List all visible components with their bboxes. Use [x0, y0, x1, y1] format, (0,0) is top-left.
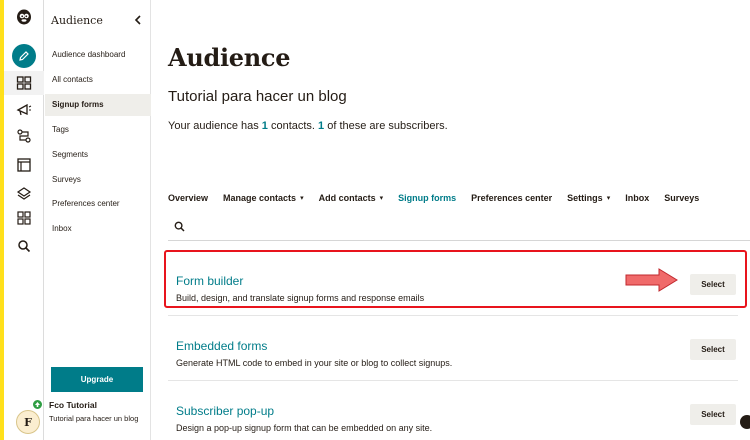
audience-icon[interactable] [14, 73, 34, 93]
sidebar-item-surveys[interactable]: Surveys [45, 169, 151, 191]
mailchimp-logo-icon[interactable] [14, 6, 34, 26]
tab-preferences-center[interactable]: Preferences center [471, 190, 552, 206]
upgrade-arrow-badge-icon [32, 399, 43, 410]
tab-overview[interactable]: Overview [168, 190, 208, 206]
sidebar-item-audience-dashboard[interactable]: Audience dashboard [45, 44, 151, 66]
campaigns-icon[interactable] [14, 99, 34, 119]
form-option-description: Design a pop-up signup form that can be … [176, 423, 433, 433]
form-option-description: Generate HTML code to embed in your site… [176, 358, 453, 368]
icon-rail: F [4, 0, 44, 440]
page-title: Audience [168, 43, 291, 72]
summary-middle: contacts. [267, 120, 319, 132]
tab-settings[interactable]: Settings ▾ [567, 190, 610, 206]
form-option-title[interactable]: Subscriber pop-up [176, 404, 274, 418]
chevron-down-icon: ▾ [300, 195, 304, 202]
sidebar-item-segments[interactable]: Segments [45, 144, 151, 166]
tab-manage-contacts[interactable]: Manage contacts ▾ [223, 190, 304, 206]
tab-add-contacts[interactable]: Add contacts ▾ [319, 190, 384, 206]
tab-surveys[interactable]: Surveys [664, 190, 699, 206]
audience-tabs: Overview Manage contacts ▾ Add contacts ▾ … [168, 190, 714, 206]
tab-label: Add contacts [318, 193, 376, 203]
tab-label: Surveys [664, 193, 700, 203]
sidebar-item-preferences-center[interactable]: Preferences center [45, 193, 151, 215]
website-icon[interactable] [14, 155, 34, 175]
tab-label: Manage contacts [223, 193, 297, 203]
sidebar-item-tags[interactable]: Tags [45, 119, 151, 141]
audience-name: Tutorial para hacer un blog [168, 88, 347, 105]
tab-label: Preferences center [471, 193, 553, 203]
sidebar-item-all-contacts[interactable]: All contacts [45, 69, 151, 91]
integrations-icon[interactable] [14, 182, 34, 202]
tab-label: Inbox [625, 193, 650, 203]
form-option-title[interactable]: Embedded forms [176, 339, 267, 353]
chevron-down-icon: ▾ [379, 195, 384, 202]
grid-icon[interactable] [14, 208, 34, 228]
sidebar-title: Audience [51, 14, 103, 27]
tab-label: Signup forms [398, 193, 457, 203]
account-audience-name: Tutorial para hacer un blog [49, 414, 139, 423]
forms-search[interactable] [168, 210, 750, 241]
tab-label: Settings [567, 193, 603, 203]
automations-icon[interactable] [14, 126, 34, 146]
audience-sidebar: Audience Audience dashboard All contacts… [45, 0, 151, 440]
sidebar-item-inbox[interactable]: Inbox [45, 218, 151, 240]
annotation-arrow-icon [625, 268, 678, 292]
form-option-subscriber-popup: Subscriber pop-up Design a pop-up signup… [168, 386, 738, 440]
search-icon[interactable] [14, 236, 34, 256]
sidebar-item-signup-forms[interactable]: Signup forms [45, 94, 151, 116]
tab-inbox[interactable]: Inbox [625, 190, 649, 206]
chevron-down-icon: ▾ [606, 195, 611, 202]
help-icon[interactable] [740, 415, 750, 429]
upgrade-button[interactable]: Upgrade [51, 367, 143, 392]
create-pencil-icon[interactable] [12, 44, 36, 68]
form-option-embedded-forms: Embedded forms Generate HTML code to emb… [168, 321, 738, 381]
main-content: Audience Tutorial para hacer un blog You… [151, 0, 750, 440]
tab-label: Overview [168, 193, 209, 203]
avatar[interactable]: F [16, 410, 40, 434]
summary-suffix: of these are subscribers. [324, 120, 448, 132]
collapse-chevron-icon[interactable] [131, 12, 145, 28]
summary-prefix: Your audience has [168, 120, 262, 132]
account-name[interactable]: Fco Tutorial [49, 400, 97, 410]
tab-signup-forms[interactable]: Signup forms [398, 190, 456, 206]
select-subscriber-popup-button[interactable]: Select [690, 404, 736, 425]
search-icon[interactable] [174, 219, 185, 237]
select-embedded-forms-button[interactable]: Select [690, 339, 736, 360]
audience-summary: Your audience has 1 contacts. 1 of these… [168, 120, 448, 132]
